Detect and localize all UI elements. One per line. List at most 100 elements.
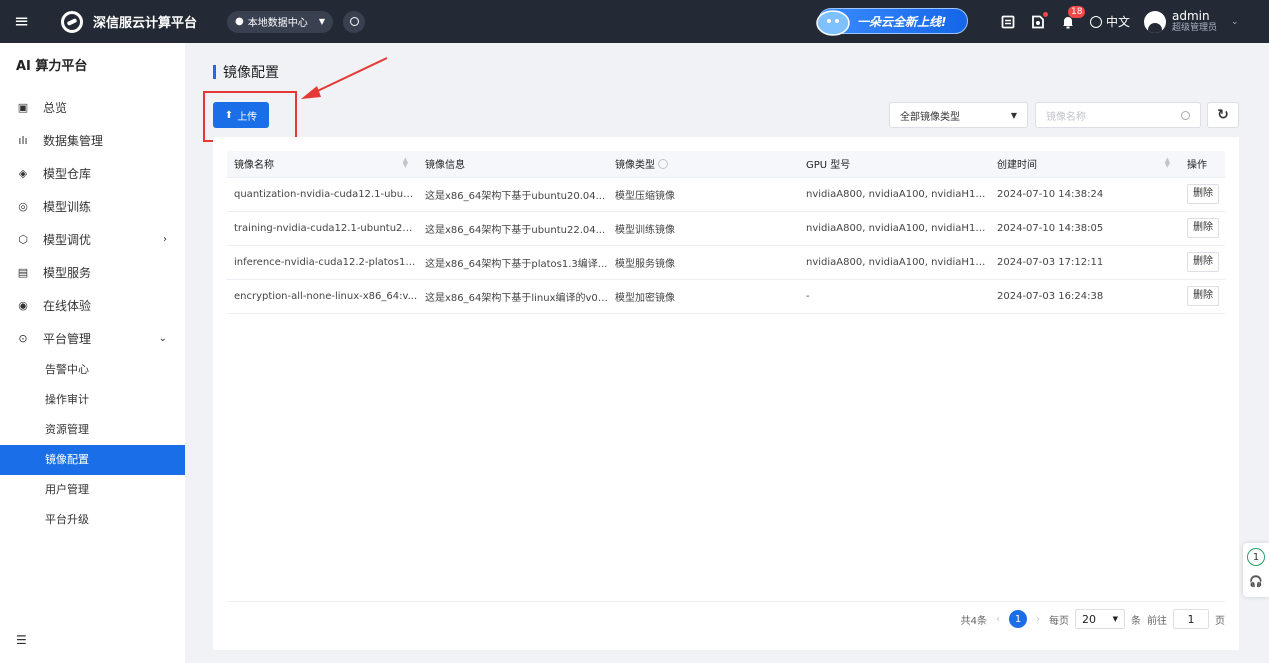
floating-help-widget[interactable]: 1 🎧 [1243,543,1269,597]
pagination-divider [227,601,1225,602]
cell-gpu: - [799,279,990,314]
sidebar-subitem-alerts[interactable]: 告警中心 [0,355,185,385]
sidebar-item-model-service[interactable]: ▤ 模型服务 [0,256,185,289]
sort-icon[interactable]: ▲ ▼ [1165,157,1170,169]
avatar[interactable] [1144,10,1167,33]
sidebar-item-label: 模型服务 [43,266,92,280]
sort-icon[interactable]: ▲ ▼ [403,157,408,169]
annotation-arrow [301,57,388,99]
cell-actions: 删除 [1180,177,1225,212]
image-type-value: 全部镜像类型 [900,111,960,123]
cell-created: 2024-07-10 14:38:24 [990,177,1180,212]
unread-dot [1043,11,1048,17]
message-count-badge[interactable]: 1 [1247,548,1265,566]
delete-button[interactable]: 删除 [1187,218,1219,238]
refresh-button[interactable]: ↻ [1207,102,1239,128]
delete-button[interactable]: 删除 [1187,252,1219,272]
cell-actions: 删除 [1180,245,1225,280]
app-logo[interactable]: 深信服云计算平台 [61,10,197,33]
search-icon [1181,110,1190,120]
promo-banner[interactable]: 一朵云全新上线! [816,8,968,36]
image-table-panel: 镜像名称 ▲ ▼ 镜像信息 镜像类型 GPU 型号 创建时间 ▲ ▼ 操作 quanti… [213,137,1239,650]
table-row: encryption-all-none-linux-x86_64:v... 这是… [227,279,1225,314]
bar-chart-icon: ılı [18,134,28,147]
column-header-name[interactable]: 镜像名称 ▲ ▼ [227,151,418,178]
sidebar-item-label: 在线体验 [43,299,92,313]
delete-button[interactable]: 删除 [1187,286,1219,306]
sidebar-subitem-upgrade[interactable]: 平台升级 [0,505,185,535]
page-title: 镜像配置 [213,62,279,82]
language-label: 中文 [1106,15,1131,29]
collapse-sidebar-icon[interactable]: ☰ [16,633,27,647]
promo-text: 一朵云全新上线! [857,14,947,29]
logo-icon [61,10,83,33]
sidebar-item-datasets[interactable]: ılı 数据集管理 [0,124,185,157]
caret-down-icon: ▼ [1112,615,1118,623]
prev-page-icon[interactable]: ‹ [996,614,1000,625]
datacenter-select[interactable]: ● 本地数据中心 ▼ [227,10,334,33]
global-search-button[interactable] [343,10,366,33]
bell-icon[interactable]: 18 [1060,5,1086,30]
cell-info: 这是x86_64架构下基于ubuntu20.04... [418,177,608,212]
cell-created: 2024-07-03 17:12:11 [990,245,1180,280]
headset-icon[interactable]: 🎧 [1249,575,1263,588]
delete-button[interactable]: 删除 [1187,184,1219,204]
user-role: 超级管理员 [1172,22,1218,33]
title-accent-bar [213,65,216,79]
sidebar-item-online-trial[interactable]: ◉ 在线体验 [0,289,185,322]
language-switch[interactable]: 中文 [1090,13,1130,30]
page-size-select[interactable]: 20 ▼ [1075,609,1125,629]
caret-down-icon: ▼ [318,17,326,26]
sidebar-item-platform-admin[interactable]: ⊙ 平台管理 ⌄ [0,322,185,355]
tuning-icon: ⬡ [18,233,28,246]
sidebar: AI 算力平台 ▣ 总览 ılı 数据集管理 ◈ 模型仓库 ◎ 模型训练 ⬡ 模… [0,43,185,663]
pagination: 共4条 ‹ 1 › 每页 20 ▼ 条 前往 1 页 [961,608,1225,630]
column-header-created[interactable]: 创建时间 ▲ ▼ [990,151,1180,178]
table-row: inference-nvidia-cuda12.2-platos1.... 这是… [227,245,1225,280]
current-page-button[interactable]: 1 [1009,610,1027,628]
page-title-text: 镜像配置 [223,65,279,81]
sidebar-item-training[interactable]: ◎ 模型训练 [0,190,185,223]
cell-name: quantization-nvidia-cuda12.1-ubun... [227,177,418,212]
task-document-icon[interactable] [1030,11,1048,30]
sidebar-subitem-users[interactable]: 用户管理 [0,475,185,505]
chevron-down-icon[interactable]: ⌄ [1231,17,1239,27]
sidebar-subitem-image-config[interactable]: 镜像配置 [0,445,185,475]
search-icon [349,17,359,26]
cell-created: 2024-07-03 16:24:38 [990,279,1180,314]
next-page-icon[interactable]: › [1036,614,1040,625]
refresh-icon: ↻ [1217,107,1229,123]
datacenter-label: 本地数据中心 [247,18,308,29]
image-name-search-input[interactable]: 镜像名称 [1035,102,1201,128]
sidebar-item-model-repo[interactable]: ◈ 模型仓库 [0,157,185,190]
cell-gpu: nvidiaA800, nvidiaA100, nvidiaH10... [799,245,990,280]
page-size-value: 20 [1082,612,1096,626]
menu-toggle-icon[interactable]: ≡ [0,0,43,43]
cloud-mascot-icon [816,10,850,36]
sidebar-subitem-audit[interactable]: 操作审计 [0,385,185,415]
cell-name: encryption-all-none-linux-x86_64:v... [227,279,418,314]
user-menu[interactable]: admin 超级管理员 [1172,10,1217,34]
image-type-select[interactable]: 全部镜像类型 ▼ [889,102,1028,128]
highlight-box [203,91,297,142]
unit-label: 条 [1131,615,1141,627]
cell-name: training-nvidia-cuda12.1-ubuntu22.... [227,211,418,246]
info-icon[interactable] [658,159,668,170]
model-repo-icon: ◈ [18,167,28,180]
user-name: admin [1172,8,1210,23]
cell-type: 模型训练镜像 [608,211,799,246]
sidebar-subitem-resources[interactable]: 资源管理 [0,415,185,445]
goto-page-input[interactable]: 1 [1173,609,1209,629]
chevron-right-icon: › [163,234,167,245]
service-icon: ▤ [17,266,29,279]
top-bar: ≡ 深信服云计算平台 ● 本地数据中心 ▼ 一朵云全新上线! 18 中文 adm… [0,0,1269,43]
sidebar-item-label: 平台管理 [43,332,92,346]
sidebar-item-overview[interactable]: ▣ 总览 [0,91,185,124]
training-icon: ◎ [18,200,28,213]
sidebar-item-tuning[interactable]: ⬡ 模型调优 › [0,223,185,256]
sidebar-item-label: 数据集管理 [43,134,104,148]
document-list-icon[interactable] [1000,14,1016,30]
chat-icon: ◉ [18,299,28,312]
cell-info: 这是x86_64架构下基于ubuntu22.04... [418,211,608,246]
total-count: 共4条 [960,615,987,627]
